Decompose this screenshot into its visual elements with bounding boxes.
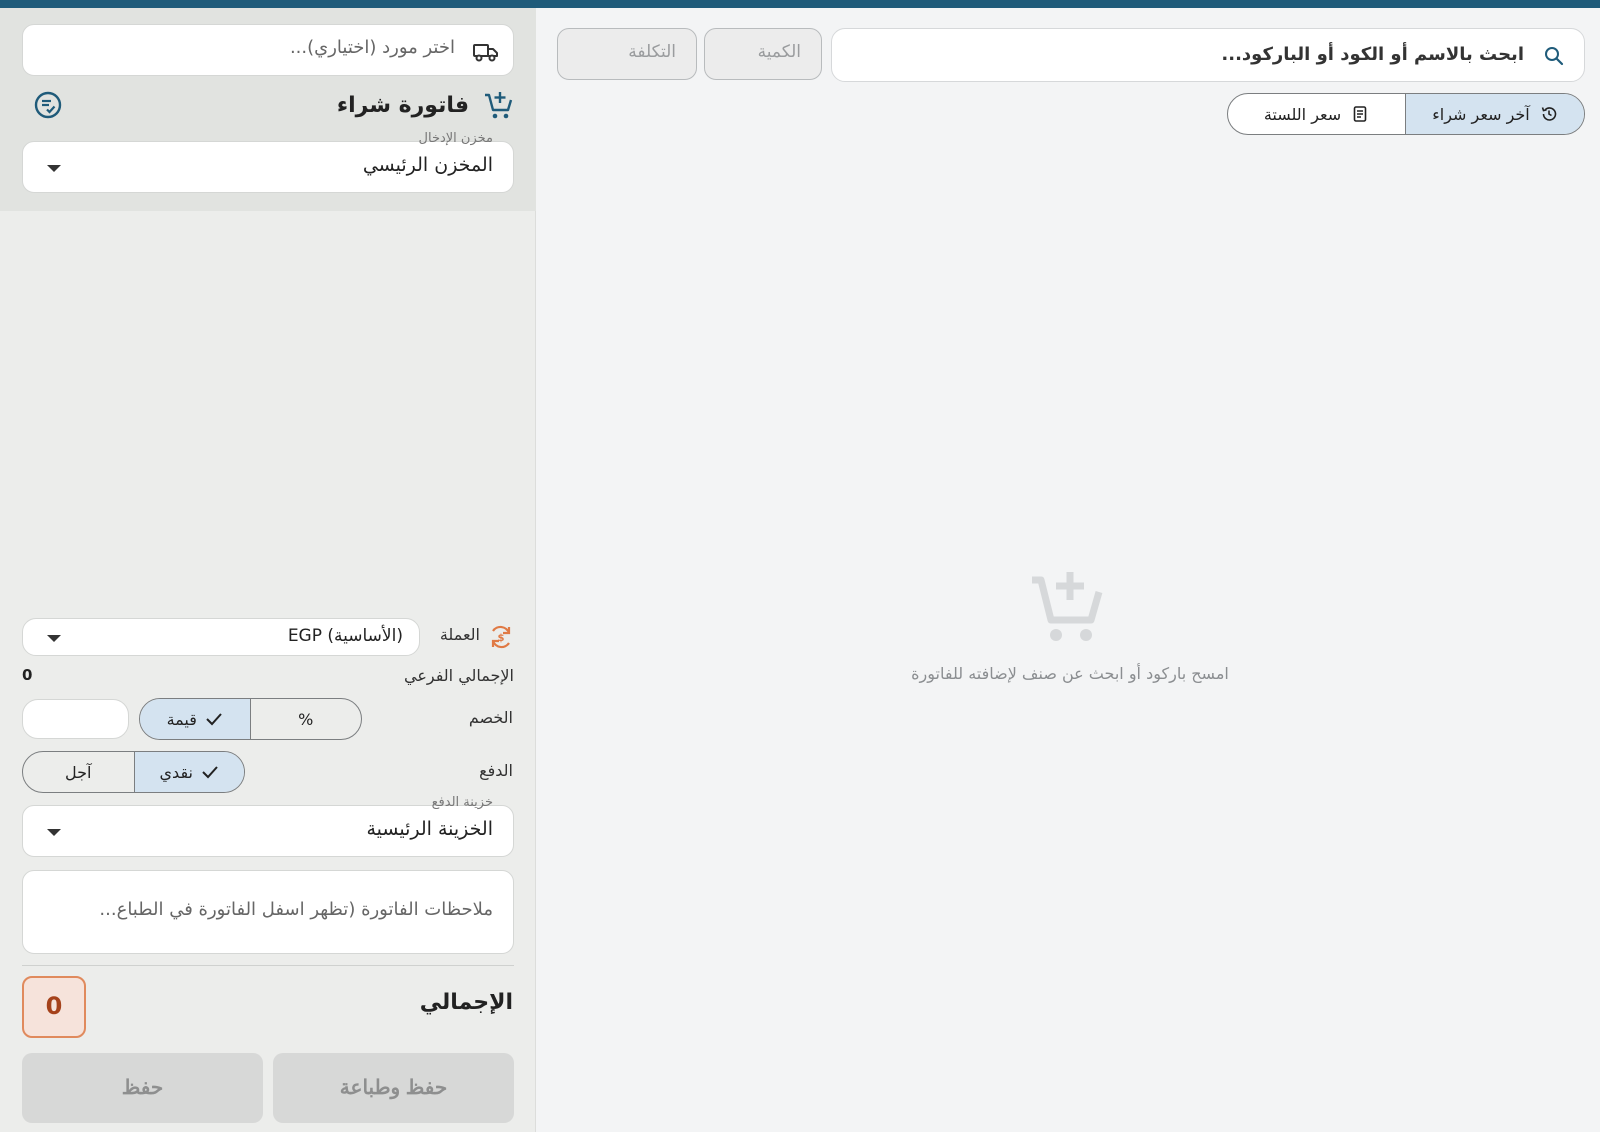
truck-icon [473, 44, 498, 62]
invoice-panel: اختر مورد (اختياري)... فاتورة شراء مخزن … [0, 8, 536, 1132]
discount-value-label: قيمة [166, 709, 197, 729]
save-button[interactable]: حفظ [22, 1053, 263, 1123]
price-list-option[interactable]: سعر اللستة [1228, 94, 1405, 134]
currency-select[interactable]: EGP (الأساسية) [22, 618, 420, 656]
save-and-print-button[interactable]: حفظ وطباعة [273, 1053, 514, 1123]
payment-credit-label: آجل [65, 762, 92, 782]
search-icon [1545, 47, 1564, 66]
cost-placeholder: التكلفة [628, 42, 676, 62]
cost-input[interactable]: التكلفة [557, 28, 697, 80]
quantity-input[interactable]: الكمية [704, 28, 822, 80]
quantity-placeholder: الكمية [757, 42, 801, 62]
empty-state-message: امسح باركود أو ابحث عن صنف لإضافته للفات… [911, 664, 1229, 683]
product-search-input[interactable]: ابحث بالاسم أو الكود أو الباركود... [831, 28, 1585, 82]
discount-input[interactable] [22, 699, 129, 739]
discount-percent-label: % [298, 709, 314, 729]
top-accent-bar [0, 0, 1600, 8]
chevron-down-icon [47, 635, 61, 642]
last-purchase-price-option[interactable]: آخر سعر شراء [1405, 94, 1584, 134]
currency-label: العملة [439, 625, 480, 644]
treasury-value: الخزينة الرئيسية [366, 818, 493, 840]
subtotal-label: الإجمالي الفرعي [403, 666, 514, 685]
warehouse-value: المخزن الرئيسي [362, 154, 493, 176]
currency-value: EGP (الأساسية) [287, 626, 403, 646]
discount-value-option[interactable]: قيمة [140, 699, 251, 739]
history-icon [1541, 107, 1557, 121]
warehouse-label: مخزن الإدخال [418, 131, 493, 146]
payment-label: الدفع [479, 761, 513, 780]
price-list-icon [1353, 106, 1367, 122]
search-placeholder: ابحث بالاسم أو الكود أو الباركود... [1221, 44, 1524, 65]
warehouse-select[interactable]: مخزن الإدخال المخزن الرئيسي [22, 131, 514, 193]
payment-cash-option[interactable]: نقدي [133, 752, 244, 792]
chevron-down-icon [47, 165, 61, 172]
supplier-select[interactable]: اختر مورد (اختياري)... [22, 24, 514, 76]
invoice-title: فاتورة شراء [336, 93, 469, 118]
treasury-select[interactable]: خزينة الدفع الخزينة الرئيسية [22, 795, 514, 857]
price-mode-toggle: سعر اللستة آخر سعر شراء [1227, 93, 1585, 135]
total-value: 0 [22, 976, 86, 1038]
treasury-label: خزينة الدفع [431, 795, 493, 810]
payment-cash-label: نقدي [159, 762, 193, 782]
subtotal-row: الإجمالي الفرعي 0 [22, 666, 514, 690]
supplier-placeholder: اختر مورد (اختياري)... [289, 37, 455, 58]
discount-label: الخصم [468, 708, 513, 727]
currency-exchange-icon: $ [491, 625, 511, 649]
payment-type-toggle: آجل نقدي [22, 751, 245, 793]
invoice-title-row: فاتورة شراء [22, 88, 514, 128]
total-label: الإجمالي [419, 990, 513, 1015]
check-icon [206, 713, 222, 726]
chevron-down-icon [47, 829, 61, 836]
price-list-label: سعر اللستة [1263, 104, 1342, 124]
add-to-cart-icon [1032, 572, 1103, 641]
invoice-list-icon[interactable] [34, 91, 62, 119]
invoice-notes-textarea[interactable]: ملاحظات الفاتورة (تظهر اسفل الفاتورة في … [22, 870, 514, 954]
payment-credit-option[interactable]: آجل [23, 752, 134, 792]
divider [22, 965, 514, 966]
cart-plus-icon [485, 92, 513, 119]
last-purchase-price-label: آخر سعر شراء [1432, 104, 1530, 124]
discount-percent-option[interactable]: % [251, 699, 362, 739]
notes-placeholder: ملاحظات الفاتورة (تظهر اسفل الفاتورة في … [99, 899, 493, 920]
discount-type-toggle: قيمة % [139, 698, 362, 740]
svg-text:$: $ [498, 633, 505, 644]
check-icon [202, 766, 218, 779]
currency-row: $ العملة EGP (الأساسية) [22, 618, 514, 656]
subtotal-value: 0 [22, 666, 33, 684]
